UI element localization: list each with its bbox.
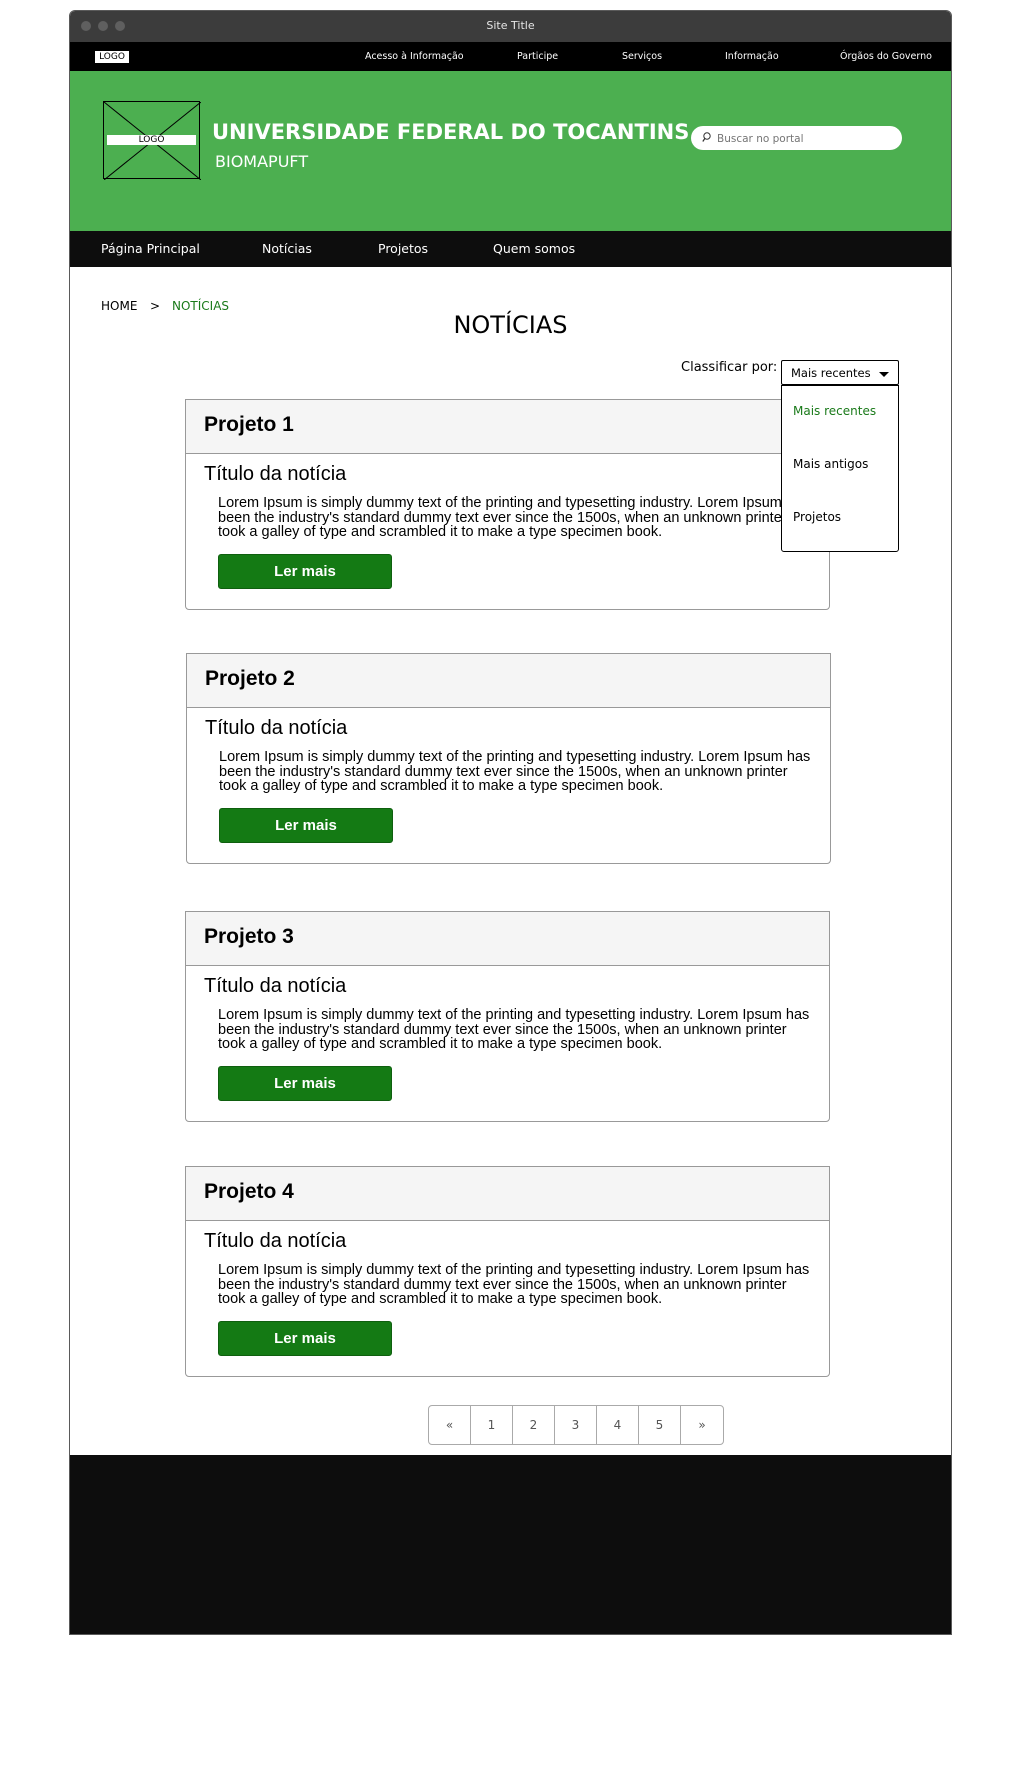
gov-link-participe[interactable]: Participe xyxy=(517,51,558,62)
gov-link-orgaos[interactable]: Órgãos do Governo xyxy=(840,51,932,62)
sort-selected-value: Mais recentes xyxy=(791,366,871,380)
news-card: Projeto 2 Título da notícia Lorem Ipsum … xyxy=(186,653,831,864)
site-logo[interactable]: LOGO xyxy=(103,101,201,180)
browser-window: Site Title LOGO Acesso à Informação Part… xyxy=(69,10,952,1635)
read-more-button[interactable]: Ler mais xyxy=(218,1321,392,1356)
site-name: UNIVERSIDADE FEDERAL DO TOCANTINS xyxy=(212,120,690,144)
card-header: Projeto 3 xyxy=(186,912,829,966)
nav-item-projetos[interactable]: Projetos xyxy=(378,241,428,256)
site-header: LOGO UNIVERSIDADE FEDERAL DO TOCANTINS B… xyxy=(70,71,951,231)
nav-item-pagina-principal[interactable]: Página Principal xyxy=(101,241,200,256)
card-news-title: Título da notícia xyxy=(204,1230,347,1252)
card-body-text: Lorem Ipsum is simply dummy text of the … xyxy=(218,1007,810,1052)
card-news-title: Título da notícia xyxy=(204,975,347,997)
card-body-text: Lorem Ipsum is simply dummy text of the … xyxy=(218,495,810,540)
search-box[interactable] xyxy=(691,126,902,150)
pagination-page-3[interactable]: 3 xyxy=(555,1406,597,1444)
card-body-text: Lorem Ipsum is simply dummy text of the … xyxy=(219,749,811,794)
read-more-button[interactable]: Ler mais xyxy=(218,1066,392,1101)
search-icon xyxy=(702,132,711,142)
nav-item-noticias[interactable]: Notícias xyxy=(262,241,312,256)
site-logo-label: LOGO xyxy=(107,135,196,145)
title-bar: Site Title xyxy=(70,11,951,42)
card-project-name: Projeto 2 xyxy=(205,667,295,690)
site-footer xyxy=(70,1455,951,1634)
card-project-name: Projeto 4 xyxy=(204,1180,294,1203)
site-subtitle: BIOMAPUFT xyxy=(215,152,309,171)
sort-option-mais-recentes[interactable]: Mais recentes xyxy=(793,404,876,418)
pagination-prev-button[interactable]: « xyxy=(429,1406,471,1444)
pagination-page-2[interactable]: 2 xyxy=(513,1406,555,1444)
sort-option-projetos[interactable]: Projetos xyxy=(793,510,841,524)
gov-link-acesso[interactable]: Acesso à Informação xyxy=(365,51,464,62)
nav-item-quem-somos[interactable]: Quem somos xyxy=(493,241,575,256)
window-title: Site Title xyxy=(486,19,535,32)
card-project-name: Projeto 1 xyxy=(204,413,294,436)
card-header: Projeto 2 xyxy=(187,654,830,708)
card-body-text: Lorem Ipsum is simply dummy text of the … xyxy=(218,1262,810,1307)
main-nav: Página Principal Notícias Projetos Quem … xyxy=(70,231,951,267)
pagination-next-button[interactable]: » xyxy=(681,1406,723,1444)
pagination-page-4[interactable]: 4 xyxy=(597,1406,639,1444)
pagination: « 1 2 3 4 5 » xyxy=(428,1405,724,1445)
pagination-page-5[interactable]: 5 xyxy=(639,1406,681,1444)
chevron-down-icon xyxy=(879,372,889,377)
news-card: Projeto 1 Título da notícia Lorem Ipsum … xyxy=(185,399,830,610)
sort-dropdown-menu: Mais recentes Mais antigos Projetos xyxy=(781,385,899,552)
gov-bar: LOGO Acesso à Informação Participe Servi… xyxy=(70,42,951,71)
sort-label: Classificar por: xyxy=(681,360,778,375)
news-card: Projeto 3 Título da notícia Lorem Ipsum … xyxy=(185,911,830,1122)
sort-select[interactable]: Mais recentes xyxy=(781,360,899,385)
gov-link-informacao[interactable]: Informação xyxy=(725,51,779,62)
read-more-button[interactable]: Ler mais xyxy=(218,554,392,589)
card-header: Projeto 1 xyxy=(186,400,829,454)
card-news-title: Título da notícia xyxy=(205,717,348,739)
gov-logo[interactable]: LOGO xyxy=(94,50,130,64)
gov-link-servicos[interactable]: Serviços xyxy=(622,51,662,62)
news-card: Projeto 4 Título da notícia Lorem Ipsum … xyxy=(185,1166,830,1377)
card-news-title: Título da notícia xyxy=(204,463,347,485)
card-project-name: Projeto 3 xyxy=(204,925,294,948)
pagination-page-1[interactable]: 1 xyxy=(471,1406,513,1444)
search-input[interactable] xyxy=(715,129,899,149)
read-more-button[interactable]: Ler mais xyxy=(219,808,393,843)
sort-option-mais-antigos[interactable]: Mais antigos xyxy=(793,457,868,471)
page-title: NOTÍCIAS xyxy=(453,311,568,339)
card-header: Projeto 4 xyxy=(186,1167,829,1221)
